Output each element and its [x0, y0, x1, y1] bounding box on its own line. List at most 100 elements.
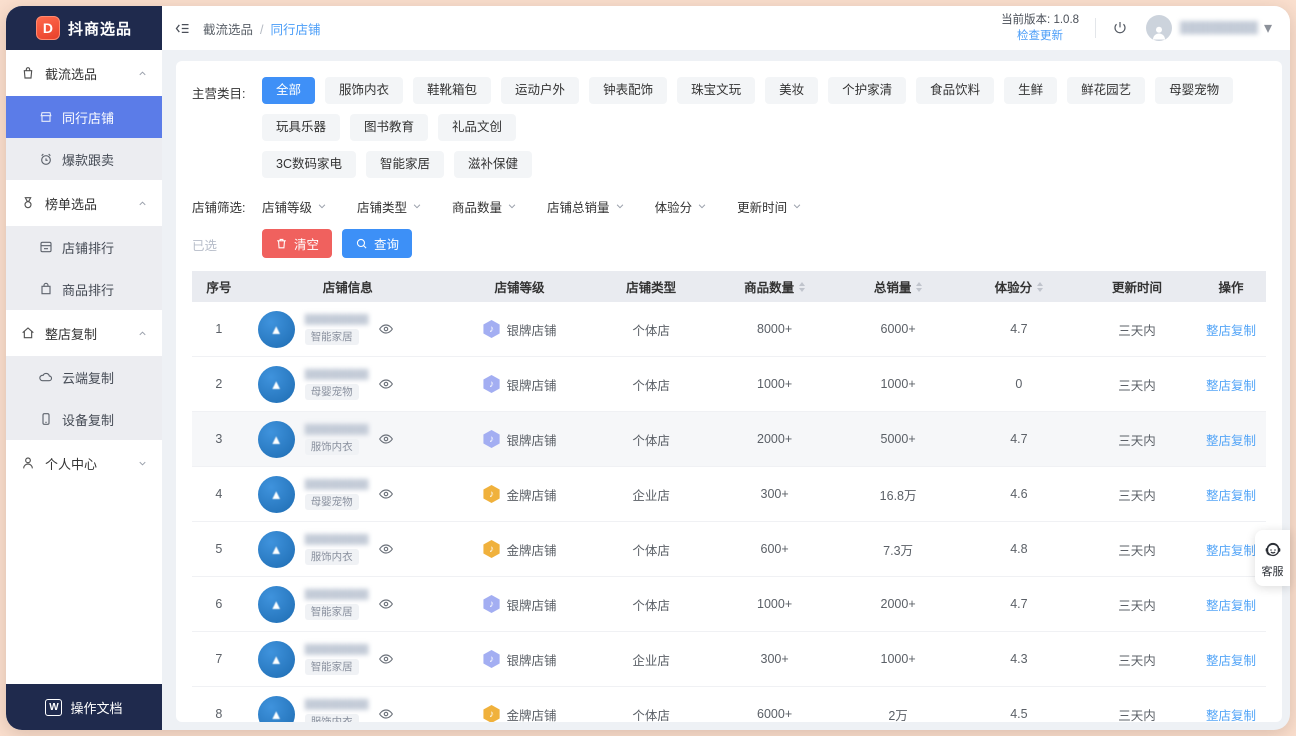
cell-product-count: 2000+	[713, 432, 837, 446]
category-chip[interactable]: 美妆	[765, 77, 818, 104]
filter-dropdown[interactable]: 店铺类型	[357, 197, 422, 216]
category-chip[interactable]: 鲜花园艺	[1067, 77, 1145, 104]
clear-button[interactable]: 清空	[262, 229, 332, 258]
category-chip[interactable]: 3C数码家电	[262, 151, 356, 178]
table-header-cell[interactable]: 店铺类型	[589, 277, 713, 296]
cell-row-index: 2	[192, 377, 246, 391]
breadcrumb-parent[interactable]: 截流选品	[203, 23, 253, 37]
table-header-cell[interactable]: 商品数量	[713, 277, 837, 296]
copy-store-link[interactable]: 整店复制	[1206, 540, 1256, 559]
query-button[interactable]: 查询	[342, 229, 412, 258]
table-header-cell[interactable]: 序号	[192, 277, 246, 296]
sidebar-item-tonghang-dianpu[interactable]: 同行店铺	[6, 96, 162, 138]
view-store-eye-icon[interactable]	[378, 431, 394, 447]
filter-dropdown[interactable]: 店铺总销量	[547, 197, 625, 216]
table-body: 1 ▲ ██████████ 智能家居 ♪ 银牌店铺 个体店 8000+ 600…	[192, 302, 1266, 722]
category-chip[interactable]: 图书教育	[350, 114, 428, 141]
cell-shop-type: 企业店	[589, 650, 713, 669]
sidebar-item-yunduan-fuzhi[interactable]: 云端复制	[6, 356, 162, 398]
sidebar-item-shebei-fuzhi[interactable]: 设备复制	[6, 398, 162, 440]
sidebar-group-geren[interactable]: 个人中心	[6, 440, 162, 486]
view-store-eye-icon[interactable]	[378, 541, 394, 557]
copy-store-link[interactable]: 整店复制	[1206, 320, 1256, 339]
sort-icon[interactable]	[799, 282, 805, 292]
sidebar-item-baokuan-genmai[interactable]: 爆款跟卖	[6, 138, 162, 180]
store-category-tag: 服饰内衣	[305, 549, 359, 565]
category-chip[interactable]: 滋补保健	[454, 151, 532, 178]
cell-update-time: 三天内	[1078, 430, 1196, 449]
table-header-cell[interactable]: 体验分	[960, 277, 1078, 296]
cell-score: 4.5	[960, 707, 1078, 721]
view-store-eye-icon[interactable]	[378, 596, 394, 612]
store-name-masked: ██████████	[305, 424, 369, 434]
sidebar-item-label: 同行店铺	[62, 108, 114, 127]
view-store-eye-icon[interactable]	[378, 321, 394, 337]
copy-store-link[interactable]: 整店复制	[1206, 375, 1256, 394]
docs-button-label: 操作文档	[70, 698, 122, 717]
category-chip[interactable]: 母婴宠物	[1155, 77, 1233, 104]
sidebar-group-bangdan[interactable]: 榜单选品	[6, 180, 162, 226]
copy-store-link[interactable]: 整店复制	[1206, 485, 1256, 504]
filter-dropdown[interactable]: 店铺等级	[262, 197, 327, 216]
main-content: 主营类目: 全部服饰内衣鞋靴箱包运动户外钟表配饰珠宝文玩美妆个护家清食品饮料生鲜…	[162, 50, 1290, 730]
table-header-cell[interactable]: 操作	[1196, 277, 1266, 296]
category-chip[interactable]: 生鲜	[1004, 77, 1057, 104]
power-icon[interactable]	[1112, 20, 1128, 36]
cell-store-level: ♪ 银牌店铺	[450, 595, 590, 614]
store-avatar: ▲	[258, 641, 295, 678]
copy-store-link[interactable]: 整店复制	[1206, 705, 1256, 723]
headset-smiley-icon	[1263, 539, 1283, 559]
category-chip[interactable]: 珠宝文玩	[677, 77, 755, 104]
category-chip[interactable]: 智能家居	[366, 151, 444, 178]
category-chip[interactable]: 礼品文创	[438, 114, 516, 141]
chevron-down-icon	[137, 458, 148, 469]
view-store-eye-icon[interactable]	[378, 486, 394, 502]
user-avatar[interactable]	[1146, 15, 1172, 41]
category-chip[interactable]: 运动户外	[501, 77, 579, 104]
table-header-cell[interactable]: 更新时间	[1078, 277, 1196, 296]
cell-shop-type: 个体店	[589, 430, 713, 449]
store-name-masked: ██████████	[305, 534, 369, 544]
level-badge-icon: ♪	[483, 375, 501, 393]
category-chip[interactable]: 服饰内衣	[325, 77, 403, 104]
collapse-sidebar-icon[interactable]	[174, 20, 191, 37]
store-logo-icon: ▲	[270, 488, 283, 501]
filter-dropdown[interactable]: 商品数量	[452, 197, 517, 216]
category-chip[interactable]: 全部	[262, 77, 315, 104]
sidebar-group-jieliu[interactable]: 截流选品	[6, 50, 162, 96]
check-update-link[interactable]: 检查更新	[1017, 30, 1063, 42]
customer-service-button[interactable]: 客服	[1255, 530, 1290, 586]
cell-store-level: ♪ 银牌店铺	[450, 650, 590, 669]
category-chip[interactable]: 玩具乐器	[262, 114, 340, 141]
table-header-cell[interactable]: 店铺等级	[450, 277, 590, 296]
sort-icon[interactable]	[1037, 282, 1043, 292]
copy-store-link[interactable]: 整店复制	[1206, 650, 1256, 669]
header-label: 店铺等级	[495, 277, 545, 296]
filter-dropdown[interactable]: 体验分	[655, 197, 708, 216]
category-chip[interactable]: 钟表配饰	[589, 77, 667, 104]
copy-store-link[interactable]: 整店复制	[1206, 430, 1256, 449]
sidebar-item-shangpin-paihang[interactable]: 商品排行	[6, 268, 162, 310]
chevron-down-icon[interactable]: ▾	[1264, 18, 1272, 38]
level-label: 金牌店铺	[507, 705, 557, 723]
table-header-cell[interactable]: 总销量	[836, 277, 960, 296]
category-chip[interactable]: 个护家清	[828, 77, 906, 104]
view-store-eye-icon[interactable]	[378, 376, 394, 392]
sort-icon[interactable]	[916, 282, 922, 292]
category-chip[interactable]: 鞋靴箱包	[413, 77, 491, 104]
copy-store-link[interactable]: 整店复制	[1206, 595, 1256, 614]
docs-button[interactable]: W 操作文档	[6, 684, 162, 730]
filter-dropdown-label: 店铺类型	[357, 197, 407, 216]
store-name-masked: ██████████	[305, 314, 369, 324]
sidebar-item-dianpu-paihang[interactable]: 店铺排行	[6, 226, 162, 268]
topbar: 截流选品/同行店铺 当前版本: 1.0.8 检查更新 ██████████ ▾	[162, 6, 1290, 50]
category-chip[interactable]: 食品饮料	[916, 77, 994, 104]
view-store-eye-icon[interactable]	[378, 651, 394, 667]
view-store-eye-icon[interactable]	[378, 706, 394, 722]
store-avatar: ▲	[258, 476, 295, 513]
sidebar-group-zhengdian[interactable]: 整店复制	[6, 310, 162, 356]
filter-dropdown[interactable]: 更新时间	[737, 197, 802, 216]
selected-label: 已选	[192, 229, 262, 258]
table-header-cell[interactable]: 店铺信息	[246, 277, 450, 296]
header-label: 总销量	[874, 277, 912, 296]
